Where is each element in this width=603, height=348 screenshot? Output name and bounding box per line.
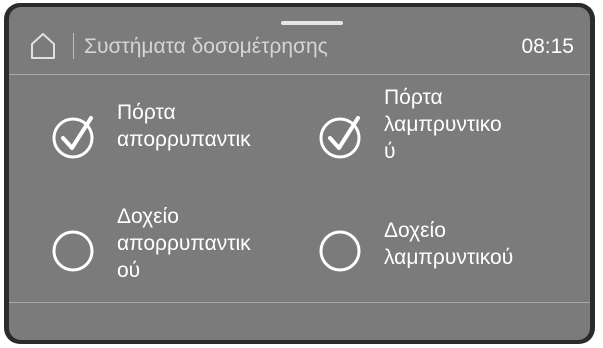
clock-time: 08:15 xyxy=(521,35,574,58)
empty-circle-icon xyxy=(51,229,101,279)
header-bar: Συστήματα δοσομέτρησης 08:15 xyxy=(9,7,590,81)
option-tank-rinse-aid[interactable]: Δοχείο λαμπρυντικού xyxy=(316,203,566,299)
footer-separator xyxy=(9,302,590,303)
option-label: Πόρτα απορρυπαντικ xyxy=(117,101,251,151)
option-tank-detergent[interactable]: Δοχείο απορρυπαντικ ού xyxy=(49,203,299,299)
option-label: Δοχείο απορρυπαντικ ού xyxy=(117,205,251,282)
check-circle-icon xyxy=(318,112,368,162)
display-screen: Συστήματα δοσομέτρησης 08:15 Πόρτα απορρ… xyxy=(9,7,590,340)
header-separator xyxy=(9,74,590,75)
empty-circle-icon xyxy=(318,229,368,279)
option-door-rinse-aid[interactable]: Πόρτα λαμπρυντικο ύ xyxy=(316,81,566,191)
option-label: Πόρτα λαμπρυντικο ύ xyxy=(384,86,502,163)
check-circle-icon xyxy=(51,112,101,162)
option-door-detergent[interactable]: Πόρτα απορρυπαντικ xyxy=(49,95,299,185)
home-icon[interactable] xyxy=(30,32,56,60)
device-frame: Συστήματα δοσομέτρησης 08:15 Πόρτα απορρ… xyxy=(4,3,595,344)
page-title: Συστήματα δοσομέτρησης xyxy=(84,35,328,58)
option-label: Δοχείο λαμπρυντικού xyxy=(384,219,514,269)
header-divider xyxy=(73,33,74,59)
